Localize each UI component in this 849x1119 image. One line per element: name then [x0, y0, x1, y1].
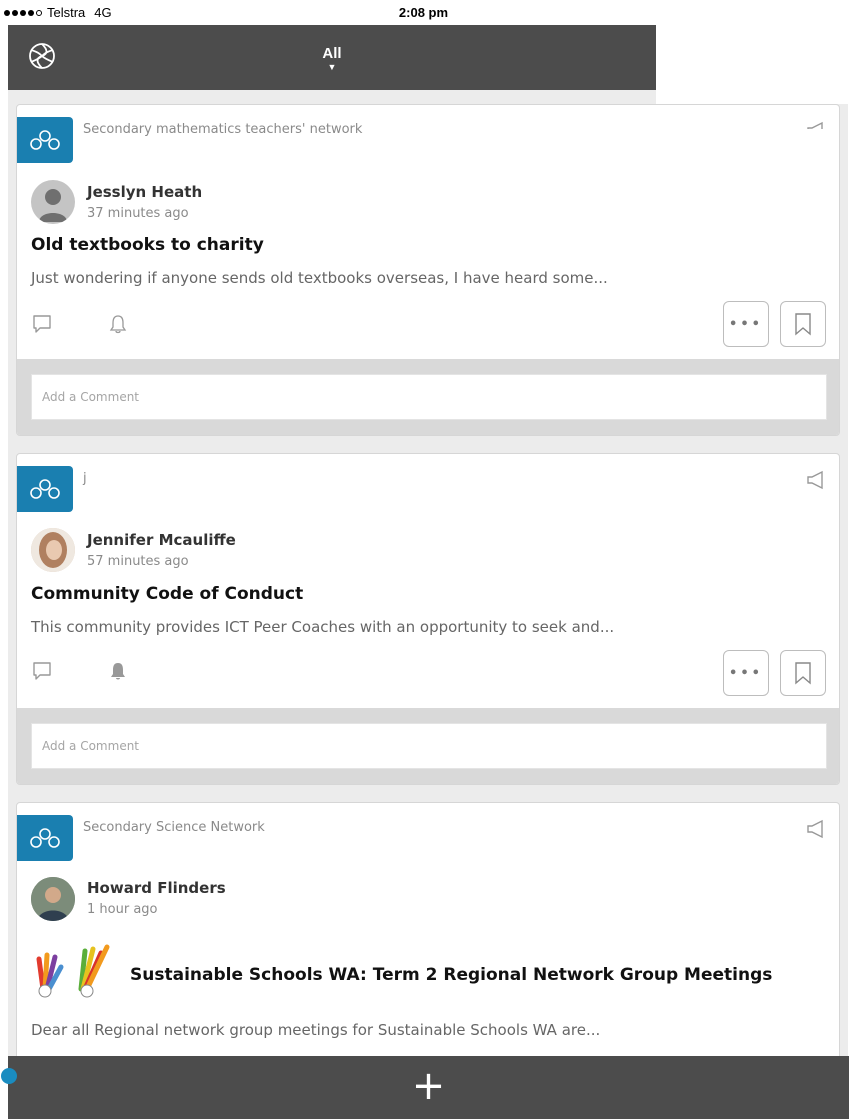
post-card: Secondary mathematics teachers' network … [16, 104, 840, 436]
header-extension [656, 90, 849, 104]
comment-icon[interactable] [31, 313, 53, 335]
feed-filter-dropdown[interactable]: All ▼ [8, 45, 656, 72]
post-title[interactable]: Old textbooks to charity [31, 235, 264, 255]
avatar[interactable] [31, 528, 75, 572]
author-name[interactable]: Jesslyn Heath [87, 183, 202, 201]
chevron-down-icon: ▼ [327, 62, 337, 72]
community-name[interactable]: Secondary mathematics teachers' network [83, 122, 362, 137]
indicator-dot [1, 1068, 17, 1084]
post-excerpt: Dear all Regional network group meetings… [31, 1021, 601, 1039]
bell-icon[interactable] [107, 313, 129, 335]
community-name[interactable]: j [83, 471, 87, 486]
bottom-bar: + [8, 1056, 849, 1119]
post-excerpt: Just wondering if anyone sends old textb… [31, 269, 608, 287]
avatar[interactable] [31, 180, 75, 224]
post-card: j Jennifer Mcauliffe 57 minutes ago Comm… [16, 453, 840, 785]
community-name[interactable]: Secondary Science Network [83, 820, 265, 835]
bookmark-icon [795, 662, 811, 685]
filter-label: All [322, 45, 342, 62]
bell-filled-icon[interactable] [107, 660, 129, 682]
top-nav-bar: All ▼ [8, 25, 656, 90]
community-badge-icon[interactable] [17, 815, 73, 861]
comment-zone [17, 359, 839, 435]
feed: Secondary mathematics teachers' network … [8, 90, 848, 1056]
post-time: 37 minutes ago [87, 206, 189, 221]
bookmark-icon [795, 313, 811, 336]
avatar[interactable] [31, 877, 75, 921]
post-card: Secondary Science Network Howard Flinder… [16, 802, 840, 1056]
megaphone-icon [805, 817, 829, 841]
bookmark-button[interactable] [780, 301, 826, 347]
comment-zone [17, 708, 839, 784]
status-time: 2:08 pm [398, 5, 449, 20]
bookmark-button[interactable] [780, 650, 826, 696]
author-name[interactable]: Jennifer Mcauliffe [87, 531, 236, 549]
community-badge-icon[interactable] [17, 117, 73, 163]
more-options-button[interactable]: ••• [723, 650, 769, 696]
author-name[interactable]: Howard Flinders [87, 879, 226, 897]
comment-input[interactable] [31, 723, 827, 769]
add-post-button[interactable]: + [8, 1064, 849, 1108]
more-options-button[interactable]: ••• [723, 301, 769, 347]
megaphone-icon [805, 468, 829, 492]
post-time: 57 minutes ago [87, 554, 189, 569]
comment-icon[interactable] [31, 660, 53, 682]
community-badge-icon[interactable] [17, 466, 73, 512]
post-time: 1 hour ago [87, 902, 158, 917]
status-bar: Telstra 4G 2:08 pm [0, 0, 849, 25]
post-thumbnail-icon[interactable] [31, 937, 121, 999]
post-excerpt: This community provides ICT Peer Coaches… [31, 618, 615, 636]
megaphone-icon [805, 119, 829, 129]
post-title[interactable]: Community Code of Conduct [31, 584, 303, 604]
comment-input[interactable] [31, 374, 827, 420]
post-title[interactable]: Sustainable Schools WA: Term 2 Regional … [130, 965, 772, 985]
